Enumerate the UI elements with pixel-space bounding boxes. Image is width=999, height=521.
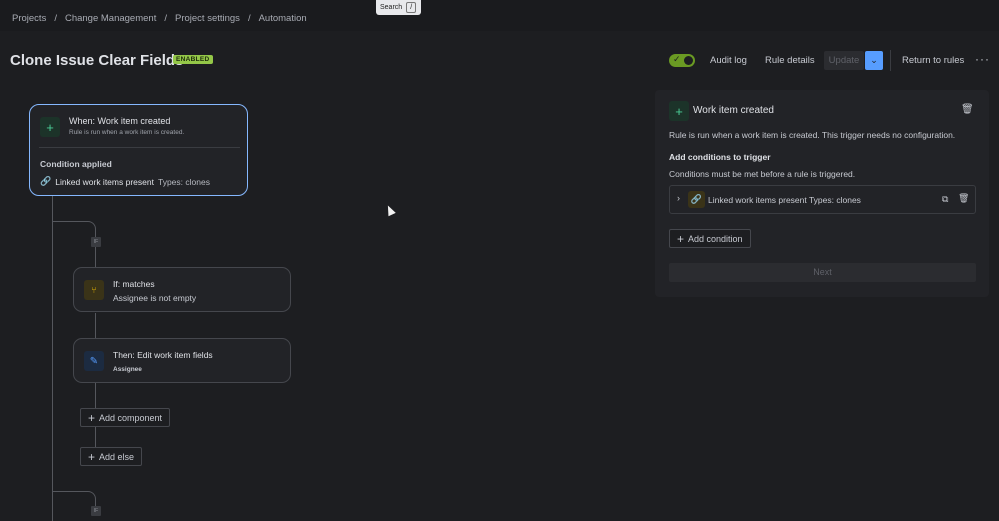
condition-row[interactable]: › 🔗 Linked work items present Types: clo… — [669, 185, 976, 214]
trigger-subtitle: Rule is run when a work item is created. — [69, 129, 185, 136]
branch-line — [95, 313, 96, 338]
if-node-subtitle: Assignee is not empty — [113, 293, 197, 303]
then-action-node[interactable]: ✎ Then: Edit work item fields Assignee — [73, 338, 291, 383]
link-icon: 🔗 — [40, 176, 52, 186]
condition-row-text: Linked work items present Types: clones — [708, 195, 861, 205]
return-to-rules-button[interactable]: Return to rules — [902, 55, 964, 66]
next-button[interactable]: Next — [669, 263, 976, 282]
branch-icon: ⑂ — [84, 280, 104, 300]
if-node-title: If: matches — [113, 279, 155, 289]
search-label: Search — [380, 4, 403, 11]
then-node-subtitle: Assignee — [113, 366, 142, 373]
breadcrumb-projects[interactable]: Projects — [12, 13, 46, 24]
trigger-card[interactable]: + When: Work item created Rule is run wh… — [29, 104, 248, 196]
plus-icon: + — [669, 101, 689, 121]
update-button[interactable]: Update — [824, 51, 864, 70]
rule-details-button[interactable]: Rule details — [765, 55, 815, 66]
update-dropdown-button[interactable]: ⌄ — [865, 51, 883, 70]
mouse-cursor-icon — [384, 203, 396, 217]
add-else-button[interactable]: + Add else — [80, 447, 143, 466]
add-component-label: Add component — [99, 412, 163, 423]
if-condition-node[interactable]: ⑂ If: matches Assignee is not empty — [73, 267, 291, 312]
then-node-title: Then: Edit work item fields — [113, 350, 213, 360]
search-shortcut: / — [406, 2, 417, 13]
more-options-icon[interactable]: ··· — [975, 52, 990, 66]
trigger-condition: 🔗 Linked work items present Types: clone… — [40, 176, 210, 187]
branch-if-tag: IF — [91, 506, 101, 516]
panel-description: Rule is run when a work item is created.… — [669, 130, 956, 140]
divider — [39, 147, 240, 148]
page-title: Clone Issue Clear Fields — [10, 52, 184, 69]
branch-if-tag: IF — [91, 237, 101, 247]
link-icon: 🔗 — [688, 191, 705, 208]
trigger-title: When: Work item created — [69, 116, 171, 126]
branch-connector — [52, 491, 96, 511]
panel-conditions-heading: Add conditions to trigger — [669, 152, 771, 162]
breadcrumb-change-management[interactable]: Change Management — [65, 13, 156, 24]
chevron-down-icon: ⌄ — [870, 55, 878, 65]
plus-icon: + — [677, 231, 685, 246]
condition-name: Linked work items present — [55, 176, 154, 187]
breadcrumb-automation[interactable]: Automation — [259, 13, 307, 24]
header-divider — [890, 50, 891, 71]
status-badge: ENABLED — [173, 55, 213, 64]
rule-enabled-toggle[interactable]: ✓ — [669, 54, 695, 67]
condition-detail: Types: clones — [157, 176, 210, 187]
audit-log-button[interactable]: Audit log — [710, 55, 747, 66]
trash-icon[interactable]: 🗑 — [958, 193, 969, 204]
main-flow-line — [52, 196, 53, 521]
copy-icon[interactable]: ⧉ — [942, 194, 948, 205]
edit-icon: ✎ — [84, 351, 104, 371]
search-hint[interactable]: Search / — [376, 0, 421, 15]
plus-icon: + — [88, 449, 96, 464]
panel-title: Work item created — [693, 105, 774, 116]
check-icon: ✓ — [673, 54, 681, 64]
trash-icon[interactable]: 🗑 — [961, 104, 974, 115]
breadcrumb-project-settings[interactable]: Project settings — [175, 13, 240, 24]
condition-applied-label: Condition applied — [40, 159, 112, 169]
chevron-right-icon[interactable]: › — [677, 193, 680, 203]
trigger-config-panel: + Work item created 🗑 Rule is run when a… — [655, 90, 989, 297]
add-else-label: Add else — [99, 451, 135, 462]
top-bar: Projects / Change Management / Project set… — [0, 0, 999, 31]
branch-line — [95, 247, 96, 267]
add-condition-label: Add condition — [688, 233, 743, 244]
plus-icon: + — [88, 410, 96, 425]
add-condition-button[interactable]: + Add condition — [669, 229, 751, 248]
breadcrumb: Projects / Change Management / Project set… — [12, 13, 307, 24]
branch-connector — [52, 221, 96, 241]
plus-icon: + — [40, 117, 60, 137]
panel-conditions-note: Conditions must be met before a rule is … — [669, 169, 856, 179]
add-component-button[interactable]: + Add component — [80, 408, 171, 427]
